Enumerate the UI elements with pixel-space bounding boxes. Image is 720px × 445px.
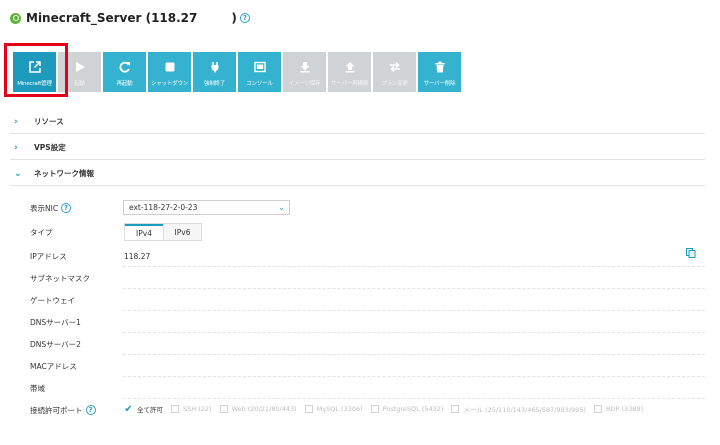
chevron-right-icon: ›	[14, 116, 18, 127]
port-ssh-option[interactable]: SSH (22)	[171, 405, 212, 413]
swap-icon	[388, 60, 402, 74]
save-image-icon	[298, 60, 312, 74]
section-vps[interactable]: › VPS設定	[10, 136, 705, 160]
port-postgresql-option[interactable]: PostgreSQL (5432)	[370, 405, 444, 413]
save-image-label: イメージ保存	[288, 81, 321, 87]
port-label: Web (20/21/80/443)	[231, 405, 297, 413]
nic-select-value: ext-118-27-2-0-23	[129, 203, 198, 212]
rebuild-icon	[343, 60, 357, 74]
band-label: 帯域	[30, 383, 45, 393]
port-label: PostgreSQL (5432)	[382, 405, 444, 413]
row-dns2: DNSサーバー2	[30, 333, 705, 355]
port-all-label: 全て許可	[137, 406, 163, 414]
port-mail-option[interactable]: メール (25/110/143/465/587/993/995)	[451, 404, 586, 414]
chevron-right-icon: ›	[14, 142, 18, 153]
checkbox-checked-icon[interactable]: ✔	[124, 404, 133, 415]
checkbox-icon[interactable]	[451, 405, 460, 413]
checkbox-icon[interactable]	[219, 405, 228, 413]
port-options: ✔ 全て許可 SSH (22) Web (20/21/80/443) MySQL…	[124, 404, 651, 415]
restart-label: 再起動	[116, 81, 133, 87]
start-label: 起動	[74, 81, 85, 87]
chevron-down-icon: ⌄	[14, 168, 22, 179]
console-button[interactable]: コンソール	[238, 52, 281, 92]
checkbox-icon[interactable]	[171, 405, 179, 413]
action-toolbar: Minecraft管理 起動 再起動 シャットダウン 強制終了 コンソール イメ…	[13, 52, 463, 92]
rebuild-server-button[interactable]: サーバー再構築	[328, 52, 371, 92]
rebuild-server-label: サーバー再構築	[330, 81, 369, 87]
checkbox-icon[interactable]	[304, 405, 313, 413]
help-icon[interactable]: ?	[85, 405, 96, 415]
restart-button[interactable]: 再起動	[103, 52, 146, 92]
port-web-option[interactable]: Web (20/21/80/443)	[219, 405, 297, 413]
ports-label-text: 接続許可ポート	[30, 405, 83, 415]
subnet-label: サブネットマスク	[30, 273, 90, 283]
save-image-button[interactable]: イメージ保存	[283, 52, 326, 92]
force-stop-button[interactable]: 強制終了	[193, 52, 236, 92]
copy-icon[interactable]	[686, 248, 696, 258]
ip-value: 118.27	[124, 251, 151, 261]
shutdown-button[interactable]: シャットダウン	[148, 52, 191, 92]
shutdown-label: シャットダウン	[150, 81, 189, 87]
port-label: RDP (3389)	[605, 405, 644, 413]
dns2-label: DNSサーバー2	[30, 339, 81, 349]
ip-version-tabs: IPv4 IPv6	[124, 223, 202, 241]
nic-label: 表示NIC ?	[30, 203, 120, 214]
power-status-icon	[10, 12, 21, 24]
refresh-icon	[118, 60, 132, 74]
stop-icon	[163, 60, 177, 74]
chevron-down-icon: ⌄	[278, 203, 285, 212]
highlight-frame	[4, 43, 68, 97]
server-header: Minecraft_Server (118.27 ) ?	[10, 9, 250, 27]
tab-ipv6[interactable]: IPv6	[163, 224, 201, 240]
port-rdp-option[interactable]: RDP (3389)	[593, 405, 644, 413]
nic-select[interactable]: ext-118-27-2-0-23 ⌄	[123, 200, 290, 215]
section-vps-label: VPS設定	[34, 143, 66, 152]
port-label: SSH (22)	[183, 405, 212, 413]
ip-label: IPアドレス	[30, 251, 67, 261]
row-dns1: DNSサーバー1	[30, 311, 705, 333]
delete-server-label: サーバー削除	[423, 81, 456, 87]
gateway-label: ゲートウェイ	[30, 295, 75, 305]
checkbox-icon[interactable]	[370, 405, 379, 413]
section-network[interactable]: ⌄ ネットワーク情報	[10, 162, 705, 186]
delete-server-button[interactable]: サーバー削除	[418, 52, 461, 92]
change-plan-label: プラン変更	[381, 81, 408, 87]
plug-icon	[208, 60, 222, 74]
port-label: メール (25/110/143/465/587/993/995)	[463, 406, 586, 414]
section-network-label: ネットワーク情報	[34, 169, 94, 178]
port-label: MySQL (3306)	[316, 405, 363, 413]
nic-label-text: 表示NIC	[30, 203, 59, 213]
type-label: タイプ	[30, 227, 53, 237]
play-icon	[73, 60, 87, 74]
tab-ipv4[interactable]: IPv4	[125, 224, 163, 240]
port-mysql-option[interactable]: MySQL (3306)	[304, 405, 363, 413]
checkbox-icon[interactable]	[593, 405, 602, 413]
section-resource[interactable]: › リソース	[10, 110, 705, 134]
help-icon[interactable]: ?	[239, 13, 250, 23]
server-title: Minecraft_Server (118.27	[26, 11, 198, 25]
trash-icon	[433, 60, 447, 74]
port-all-option[interactable]: ✔ 全て許可	[124, 404, 163, 415]
console-label: コンソール	[246, 81, 273, 87]
help-icon[interactable]: ?	[61, 203, 72, 213]
server-title-suffix: )	[231, 11, 237, 25]
row-band: 帯域	[30, 377, 705, 399]
console-icon	[253, 60, 267, 74]
row-gateway: ゲートウェイ	[30, 289, 705, 311]
force-stop-label: 強制終了	[203, 81, 226, 87]
ports-label: 接続許可ポート ?	[30, 405, 120, 416]
dns1-label: DNSサーバー1	[30, 317, 81, 327]
row-mac: MACアドレス	[30, 355, 705, 377]
change-plan-button[interactable]: プラン変更	[373, 52, 416, 92]
row-ip: IPアドレス 118.27	[30, 245, 705, 267]
section-resource-label: リソース	[34, 117, 64, 126]
mac-label: MACアドレス	[30, 361, 77, 371]
row-subnet: サブネットマスク	[30, 267, 705, 289]
